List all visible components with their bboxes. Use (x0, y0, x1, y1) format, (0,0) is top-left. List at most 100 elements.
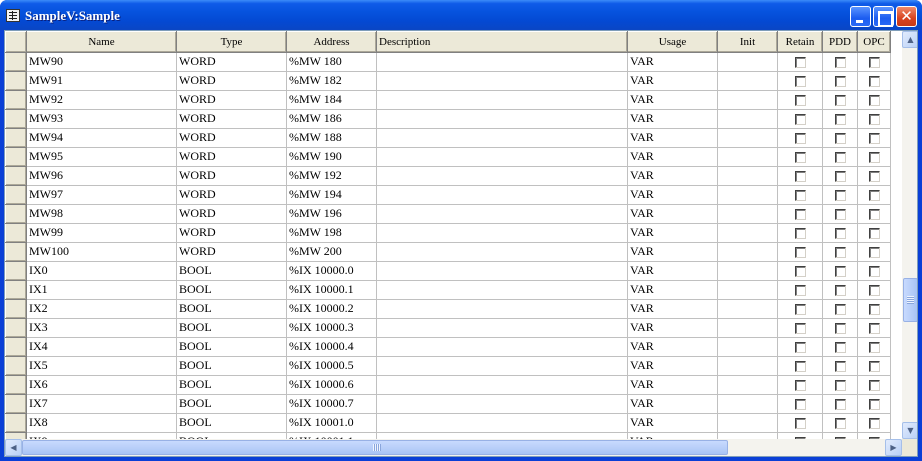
close-button[interactable]: ✕ (896, 6, 917, 27)
cell-address[interactable]: %IX 10000.0 (286, 261, 377, 281)
cell-name[interactable]: MW92 (26, 90, 177, 110)
cell-description[interactable] (376, 280, 628, 300)
retain-checkbox[interactable] (794, 304, 806, 315)
row-header[interactable] (5, 71, 27, 91)
column-header-pdd[interactable]: PDD (822, 31, 858, 53)
cell-init[interactable] (717, 299, 778, 319)
cell-usage[interactable]: VAR (627, 318, 718, 338)
scroll-up-button[interactable]: ▲ (902, 31, 917, 48)
cell-address[interactable]: %IX 10000.4 (286, 337, 377, 357)
cell-name[interactable]: IX2 (26, 299, 177, 319)
cell-address[interactable]: %MW 190 (286, 147, 377, 167)
pdd-checkbox[interactable] (834, 76, 846, 87)
cell-type[interactable]: BOOL (176, 356, 287, 376)
column-header-name[interactable]: Name (26, 31, 177, 53)
table-row[interactable]: IX0 BOOL %IX 10000.0 VAR (5, 261, 891, 281)
cell-usage[interactable]: VAR (627, 166, 718, 186)
cell-address[interactable]: %IX 10000.6 (286, 375, 377, 395)
scroll-left-button[interactable]: ◀ (5, 439, 22, 456)
cell-description[interactable] (376, 166, 628, 186)
opc-checkbox[interactable] (868, 247, 880, 258)
scroll-right-button[interactable]: ▶ (885, 439, 902, 456)
opc-checkbox[interactable] (868, 171, 880, 182)
opc-checkbox[interactable] (868, 418, 880, 429)
table-row[interactable]: IX5 BOOL %IX 10000.5 VAR (5, 356, 891, 376)
cell-name[interactable]: MW91 (26, 71, 177, 91)
cell-description[interactable] (376, 394, 628, 414)
cell-init[interactable] (717, 223, 778, 243)
minimize-button[interactable] (850, 6, 871, 27)
cell-type[interactable]: BOOL (176, 375, 287, 395)
cell-type[interactable]: WORD (176, 52, 287, 72)
row-header[interactable] (5, 318, 27, 338)
pdd-checkbox[interactable] (834, 114, 846, 125)
column-header-init[interactable]: Init (717, 31, 778, 53)
cell-name[interactable]: IX6 (26, 375, 177, 395)
cell-address[interactable]: %MW 186 (286, 109, 377, 129)
row-header[interactable] (5, 128, 27, 148)
cell-description[interactable] (376, 52, 628, 72)
cell-description[interactable] (376, 356, 628, 376)
cell-type[interactable]: BOOL (176, 413, 287, 433)
cell-address[interactable]: %MW 180 (286, 52, 377, 72)
row-header[interactable] (5, 185, 27, 205)
table-row[interactable]: IX2 BOOL %IX 10000.2 VAR (5, 299, 891, 319)
retain-checkbox[interactable] (794, 95, 806, 106)
retain-checkbox[interactable] (794, 266, 806, 277)
pdd-checkbox[interactable] (834, 361, 846, 372)
cell-address[interactable]: %IX 10000.2 (286, 299, 377, 319)
cell-name[interactable]: MW97 (26, 185, 177, 205)
cell-name[interactable]: IX3 (26, 318, 177, 338)
cell-init[interactable] (717, 318, 778, 338)
row-header[interactable] (5, 337, 27, 357)
cell-name[interactable]: IX7 (26, 394, 177, 414)
cell-description[interactable] (376, 128, 628, 148)
row-header[interactable] (5, 299, 27, 319)
cell-address[interactable]: %IX 10000.5 (286, 356, 377, 376)
cell-usage[interactable]: VAR (627, 375, 718, 395)
retain-checkbox[interactable] (794, 247, 806, 258)
column-header-retain[interactable]: Retain (777, 31, 823, 53)
column-header-description[interactable]: Description (376, 31, 628, 53)
table-row[interactable]: MW98 WORD %MW 196 VAR (5, 204, 891, 224)
table-row[interactable]: MW96 WORD %MW 192 VAR (5, 166, 891, 186)
cell-type[interactable]: BOOL (176, 280, 287, 300)
opc-checkbox[interactable] (868, 380, 880, 391)
table-row[interactable]: MW95 WORD %MW 190 VAR (5, 147, 891, 167)
cell-description[interactable] (376, 337, 628, 357)
pdd-checkbox[interactable] (834, 418, 846, 429)
pdd-checkbox[interactable] (834, 285, 846, 296)
pdd-checkbox[interactable] (834, 247, 846, 258)
pdd-checkbox[interactable] (834, 133, 846, 144)
cell-address[interactable]: %IX 10000.3 (286, 318, 377, 338)
row-header[interactable] (5, 413, 27, 433)
cell-name[interactable]: MW98 (26, 204, 177, 224)
cell-description[interactable] (376, 242, 628, 262)
opc-checkbox[interactable] (868, 190, 880, 201)
cell-description[interactable] (376, 204, 628, 224)
cell-init[interactable] (717, 394, 778, 414)
cell-init[interactable] (717, 147, 778, 167)
column-header-opc[interactable]: OPC (857, 31, 891, 53)
cell-type[interactable]: WORD (176, 147, 287, 167)
opc-checkbox[interactable] (868, 95, 880, 106)
cell-usage[interactable]: VAR (627, 356, 718, 376)
cell-address[interactable]: %MW 188 (286, 128, 377, 148)
pdd-checkbox[interactable] (834, 57, 846, 68)
opc-checkbox[interactable] (868, 228, 880, 239)
cell-type[interactable]: WORD (176, 128, 287, 148)
row-header[interactable] (5, 223, 27, 243)
pdd-checkbox[interactable] (834, 342, 846, 353)
cell-usage[interactable]: VAR (627, 413, 718, 433)
retain-checkbox[interactable] (794, 209, 806, 220)
cell-usage[interactable]: VAR (627, 109, 718, 129)
maximize-button[interactable] (873, 6, 894, 27)
cell-address[interactable]: %MW 200 (286, 242, 377, 262)
table-row[interactable]: MW93 WORD %MW 186 VAR (5, 109, 891, 129)
cell-name[interactable]: MW99 (26, 223, 177, 243)
header-corner[interactable] (5, 31, 27, 53)
cell-description[interactable] (376, 299, 628, 319)
row-header[interactable] (5, 261, 27, 281)
cell-usage[interactable]: VAR (627, 147, 718, 167)
row-header[interactable] (5, 280, 27, 300)
